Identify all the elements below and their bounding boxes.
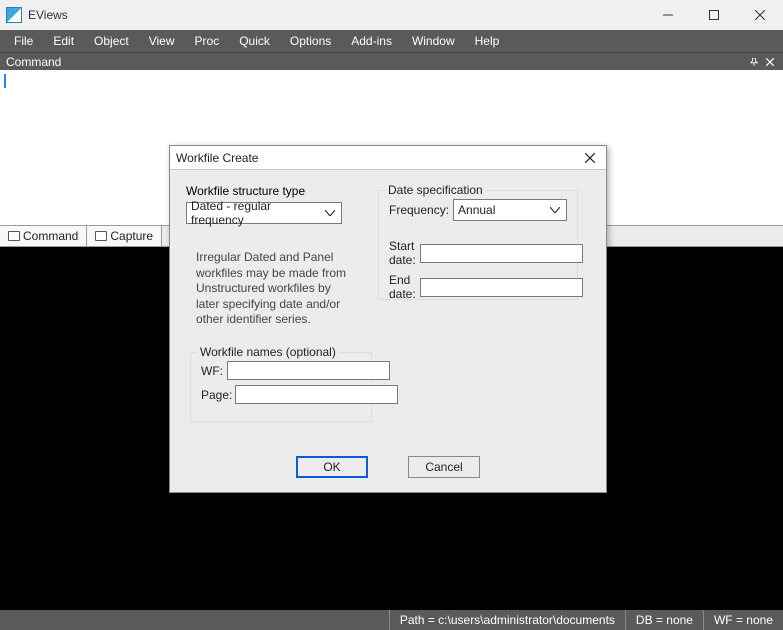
frequency-label: Frequency: — [389, 203, 449, 217]
date-specification-group: Date specification Frequency: Annual Sta… — [378, 190, 578, 300]
tab-label: Command — [23, 229, 78, 243]
structure-label: Workfile structure type — [186, 184, 368, 198]
date-spec-legend: Date specification — [385, 183, 486, 197]
statusbar: Path = c:\users\administrator\documents … — [0, 610, 783, 630]
status-path: Path = c:\users\administrator\documents — [389, 610, 625, 630]
panel-close-icon[interactable] — [763, 55, 777, 69]
end-date-input[interactable] — [420, 278, 583, 297]
page-label: Page: — [201, 388, 231, 402]
status-db: DB = none — [625, 610, 703, 630]
wf-label: WF: — [201, 364, 223, 378]
start-date-label: Start date: — [389, 239, 416, 267]
cancel-button[interactable]: Cancel — [408, 456, 480, 478]
window-title: EViews — [28, 8, 645, 22]
tab-label: Capture — [110, 229, 153, 243]
menu-help[interactable]: Help — [467, 32, 508, 50]
tab-command[interactable]: Command — [0, 226, 87, 246]
menubar: File Edit Object View Proc Quick Options… — [0, 30, 783, 52]
dialog-button-row: OK Cancel — [170, 456, 606, 478]
chevron-down-icon — [323, 210, 337, 216]
status-empty — [0, 610, 389, 630]
maximize-button[interactable] — [691, 0, 737, 30]
minimize-button[interactable] — [645, 0, 691, 30]
structure-type-combo[interactable]: Dated - regular frequency — [186, 202, 342, 224]
app-icon — [6, 7, 22, 23]
wf-name-input[interactable] — [227, 361, 390, 380]
menu-view[interactable]: View — [141, 32, 183, 50]
dialog-titlebar: Workfile Create — [170, 146, 606, 170]
start-date-input[interactable] — [420, 244, 583, 263]
dialog-title: Workfile Create — [176, 151, 580, 165]
end-date-label: End date: — [389, 273, 416, 301]
workfile-names-legend: Workfile names (optional) — [197, 345, 339, 359]
workfile-structure-group: Workfile structure type Dated - regular … — [186, 184, 368, 220]
tab-capture[interactable]: Capture — [87, 226, 162, 246]
menu-proc[interactable]: Proc — [187, 32, 228, 50]
workfile-create-dialog: Workfile Create Workfile structure type … — [169, 145, 607, 493]
status-wf: WF = none — [703, 610, 783, 630]
dialog-close-button[interactable] — [580, 148, 600, 168]
frequency-combo[interactable]: Annual — [453, 199, 567, 221]
menu-file[interactable]: File — [6, 32, 41, 50]
command-panel-header: Command — [0, 52, 783, 70]
tab-icon — [95, 231, 107, 241]
frequency-value: Annual — [458, 203, 548, 217]
titlebar: EViews — [0, 0, 783, 30]
tab-icon — [8, 231, 20, 241]
menu-add-ins[interactable]: Add-ins — [343, 32, 400, 50]
close-button[interactable] — [737, 0, 783, 30]
command-panel-title: Command — [6, 55, 61, 69]
menu-window[interactable]: Window — [404, 32, 463, 50]
ok-button[interactable]: OK — [296, 456, 368, 478]
chevron-down-icon — [548, 207, 562, 213]
menu-object[interactable]: Object — [86, 32, 137, 50]
structure-note: Irregular Dated and Panel workfiles may … — [196, 250, 356, 328]
menu-quick[interactable]: Quick — [231, 32, 278, 50]
pin-icon[interactable] — [747, 55, 761, 69]
workfile-names-group: Workfile names (optional) WF: Page: — [190, 352, 372, 422]
menu-edit[interactable]: Edit — [45, 32, 82, 50]
text-cursor — [4, 74, 6, 88]
page-name-input[interactable] — [235, 385, 398, 404]
structure-type-value: Dated - regular frequency — [191, 199, 323, 227]
menu-options[interactable]: Options — [282, 32, 339, 50]
